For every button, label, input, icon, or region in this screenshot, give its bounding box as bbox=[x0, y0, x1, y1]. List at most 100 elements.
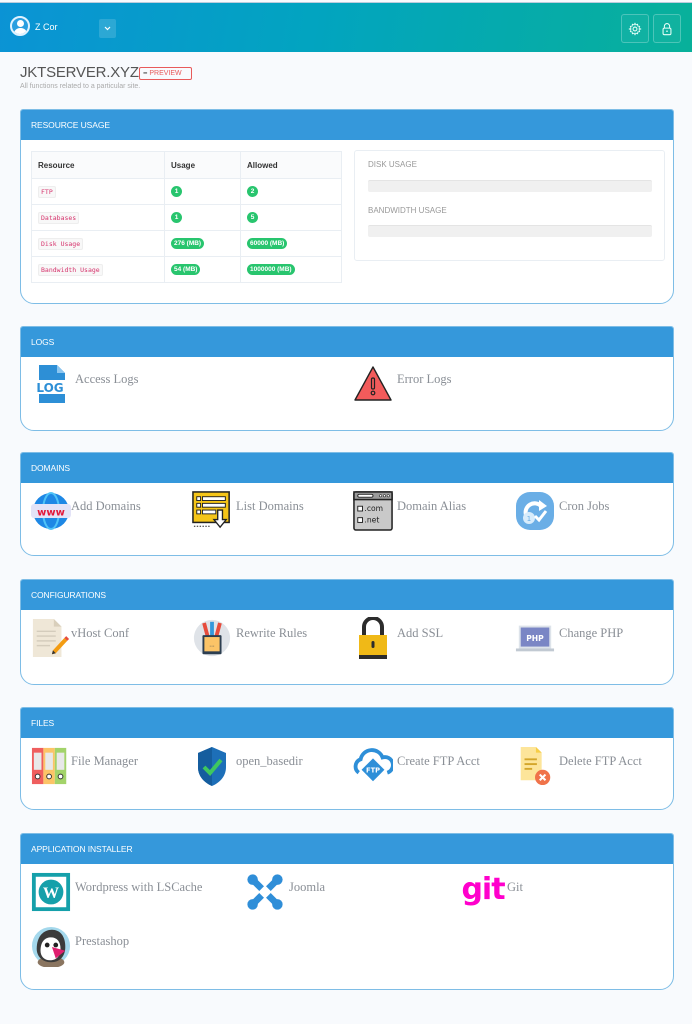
open-basedir-link[interactable]: open_basedir bbox=[192, 746, 303, 786]
item-label: Access Logs bbox=[75, 371, 139, 386]
prestashop-icon bbox=[31, 926, 71, 967]
table-row: FTP 1 2 bbox=[31, 178, 342, 205]
table-row: Bandwidth Usage 54 (MB) 1000000 (MB) bbox=[31, 256, 342, 283]
allowed-value: 2 bbox=[247, 186, 258, 197]
item-label: Rewrite Rules bbox=[236, 625, 308, 640]
rewrite-rules-link[interactable]: ... Rewrite Rules bbox=[192, 618, 307, 658]
allowed-value: 1000000 (MB) bbox=[247, 264, 295, 275]
files-panel: FILES File Manager open_basedir FTP Crea… bbox=[20, 707, 674, 810]
prestashop-link[interactable]: Prestashop bbox=[31, 926, 130, 967]
item-label: Wordpress with LSCache bbox=[75, 879, 203, 894]
item-label: Error Logs bbox=[397, 371, 452, 386]
panel-header: APPLICATION INSTALLER bbox=[21, 834, 673, 864]
item-label: Delete FTP Acct bbox=[559, 753, 642, 768]
page-title: JKTSERVER.XYZ - bbox=[20, 64, 148, 81]
usage-value: 1 bbox=[171, 212, 182, 223]
resource-name: FTP bbox=[38, 186, 56, 198]
warning-triangle-icon bbox=[353, 364, 393, 404]
item-label: Create FTP Acct bbox=[397, 753, 480, 768]
disk-usage-progress bbox=[368, 180, 652, 192]
delete-ftp-acct-link[interactable]: Delete FTP Acct bbox=[515, 746, 642, 786]
item-label: Prestashop bbox=[75, 933, 130, 948]
add-domains-link[interactable]: www Add Domains bbox=[31, 491, 141, 531]
joomla-icon bbox=[245, 872, 285, 912]
panel-header: LOGS bbox=[21, 327, 673, 357]
lock-icon bbox=[662, 22, 672, 35]
pencil-cup-icon: ... bbox=[192, 618, 232, 658]
disk-usage-label: DISK USAGE bbox=[368, 160, 417, 169]
git-link[interactable]: git Git bbox=[461, 871, 523, 912]
item-label: open_basedir bbox=[236, 753, 303, 768]
wordpress-lscache-link[interactable]: W Wordpress with LSCache bbox=[31, 872, 202, 912]
table-row: Databases 1 5 bbox=[31, 204, 342, 231]
document-edit-icon bbox=[31, 618, 71, 658]
allowed-value: 60000 (MB) bbox=[247, 238, 288, 249]
lock-button[interactable] bbox=[653, 14, 681, 43]
file-manager-link[interactable]: File Manager bbox=[31, 746, 138, 786]
add-ssl-link[interactable]: Add SSL bbox=[353, 617, 444, 659]
item-label: Joomla bbox=[289, 879, 326, 894]
change-php-link[interactable]: PHP Change PHP bbox=[515, 618, 623, 658]
resource-usage-panel: RESOURCE USAGE Resource Usage Allowed FT… bbox=[20, 109, 674, 304]
logs-panel: LOGS LOG Access Logs Error Logs bbox=[20, 326, 674, 431]
table-row: Disk Usage 276 (MB) 60000 (MB) bbox=[31, 230, 342, 257]
cron-icon: 1 bbox=[515, 491, 555, 531]
padlock-icon bbox=[353, 617, 393, 659]
item-label: Domain Alias bbox=[397, 498, 467, 513]
svg-text:FTP: FTP bbox=[366, 767, 380, 775]
resource-name: Bandwidth Usage bbox=[38, 264, 103, 276]
item-label: Git bbox=[507, 879, 523, 894]
panel-header: DOMAINS bbox=[21, 453, 673, 483]
joomla-link[interactable]: Joomla bbox=[245, 872, 325, 912]
bandwidth-usage-progress bbox=[368, 225, 652, 237]
resource-name: Disk Usage bbox=[38, 238, 84, 250]
column-header: Usage bbox=[164, 151, 241, 179]
top-bar: Z Cor bbox=[0, 2, 692, 52]
resource-name: Databases bbox=[38, 212, 80, 224]
username[interactable]: Z Cor bbox=[35, 22, 58, 32]
user-dropdown-button[interactable] bbox=[99, 19, 116, 38]
www-globe-icon: www bbox=[31, 491, 71, 531]
svg-text:1: 1 bbox=[527, 515, 531, 523]
panel-header: CONFIGURATIONS bbox=[21, 580, 673, 610]
item-label: File Manager bbox=[71, 753, 138, 768]
usage-bars-box: DISK USAGE BANDWIDTH USAGE bbox=[354, 150, 665, 261]
svg-text:.net: .net bbox=[364, 515, 379, 524]
bandwidth-usage-label: BANDWIDTH USAGE bbox=[368, 206, 447, 215]
git-icon: git bbox=[461, 871, 505, 907]
cron-jobs-link[interactable]: 1 Cron Jobs bbox=[515, 491, 609, 531]
svg-text:www: www bbox=[37, 508, 65, 519]
application-installer-panel: APPLICATION INSTALLER W Wordpress with L… bbox=[20, 833, 674, 990]
preview-badge[interactable]: PREVIEW bbox=[139, 67, 192, 80]
usage-value: 54 (MB) bbox=[171, 264, 201, 275]
configurations-panel: CONFIGURATIONS vHost Conf ... Rewrite Ru… bbox=[20, 579, 674, 685]
list-domains-link[interactable]: List Domains bbox=[192, 491, 304, 531]
chevron-down-icon bbox=[104, 26, 111, 31]
table-header-row: Resource Usage Allowed bbox=[31, 151, 342, 179]
svg-text:W: W bbox=[43, 884, 59, 902]
wordpress-icon: W bbox=[31, 872, 71, 912]
user-avatar-icon[interactable] bbox=[10, 16, 30, 36]
panel-header: FILES bbox=[21, 708, 673, 738]
shield-check-icon bbox=[192, 746, 232, 786]
usage-value: 1 bbox=[171, 186, 182, 197]
create-ftp-acct-link[interactable]: FTP Create FTP Acct bbox=[353, 746, 480, 786]
svg-text:PHP: PHP bbox=[526, 634, 544, 643]
document-delete-icon bbox=[515, 746, 555, 786]
domain-alias-link[interactable]: .com .net Domain Alias bbox=[353, 491, 466, 531]
error-logs-link[interactable]: Error Logs bbox=[353, 364, 452, 404]
domains-panel: DOMAINS www Add Domains List Domains .co… bbox=[20, 452, 674, 556]
domain-alias-icon: .com .net bbox=[353, 491, 393, 531]
allowed-value: 5 bbox=[247, 212, 258, 223]
column-header: Resource bbox=[31, 151, 165, 179]
vhost-conf-link[interactable]: vHost Conf bbox=[31, 618, 129, 658]
resource-table: Resource Usage Allowed FTP 1 2 Databases… bbox=[31, 151, 342, 283]
access-logs-link[interactable]: LOG Access Logs bbox=[31, 364, 139, 404]
svg-text:.com: .com bbox=[364, 504, 383, 513]
php-laptop-icon: PHP bbox=[515, 618, 555, 658]
settings-button[interactable] bbox=[621, 14, 649, 43]
column-header: Allowed bbox=[240, 151, 342, 179]
item-label: Add SSL bbox=[397, 625, 444, 640]
page-subtitle: All functions related to a particular si… bbox=[20, 83, 141, 90]
ftp-cloud-icon: FTP bbox=[353, 746, 393, 786]
